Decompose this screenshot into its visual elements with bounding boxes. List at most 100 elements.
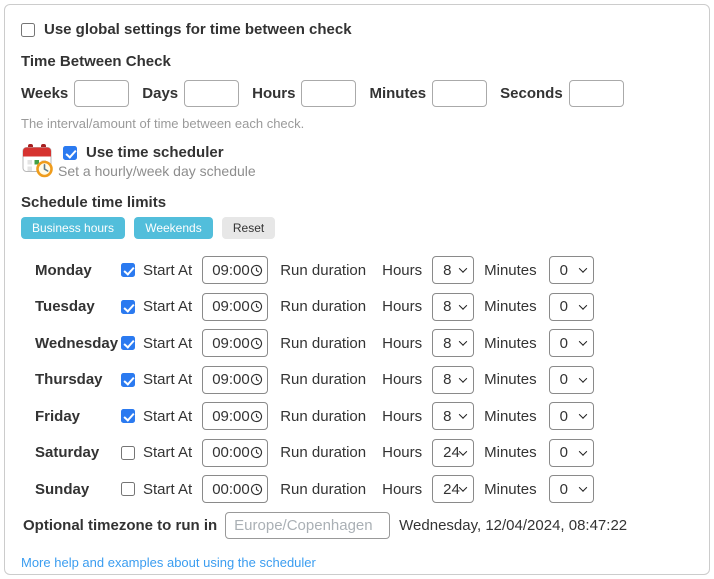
clock-icon <box>250 300 262 313</box>
business-hours-button[interactable]: Business hours <box>21 217 126 239</box>
clock-icon <box>250 373 262 386</box>
start-at-label: Start At <box>143 334 193 352</box>
run-hours-value: 24 <box>443 480 460 498</box>
minutes-label: Minutes <box>484 334 537 352</box>
weeks-input[interactable] <box>74 80 130 107</box>
run-minutes-select[interactable]: 0 <box>548 256 594 284</box>
start-time-input[interactable]: 09:00 <box>202 365 269 394</box>
start-time-input[interactable]: 00:00 <box>202 475 269 503</box>
hours-label: Hours <box>382 444 423 461</box>
scheduler-help-link[interactable]: More help and examples about using the s… <box>21 555 316 570</box>
seconds-input[interactable] <box>568 80 624 107</box>
chevron-down-icon <box>578 300 587 310</box>
run-minutes-select[interactable]: 0 <box>548 365 594 394</box>
start-time-input[interactable]: 09:00 <box>202 256 269 284</box>
run-hours-select[interactable]: 24 <box>432 438 475 467</box>
hours-label: Hours <box>382 407 423 425</box>
hours-label: Hours <box>382 371 423 388</box>
minutes-label: Minutes <box>484 261 537 279</box>
day-label: Friday <box>35 407 81 425</box>
run-hours-select[interactable]: 8 <box>432 365 475 394</box>
seconds-label: Seconds <box>500 85 563 102</box>
day-label: Wednesday <box>35 334 119 352</box>
day-enabled-checkbox[interactable] <box>121 372 135 387</box>
start-time-value: 09:00 <box>212 334 250 352</box>
use-time-scheduler-label: Use time scheduler <box>86 144 224 161</box>
interval-fields-row: Weeks Days Hours Minutes Seconds <box>21 80 693 107</box>
day-enabled-checkbox[interactable] <box>121 263 135 277</box>
scheduler-text: Use time scheduler Set a hourly/week day… <box>58 144 256 179</box>
run-minutes-value: 0 <box>559 444 568 461</box>
day-enabled-checkbox[interactable] <box>121 445 135 460</box>
run-hours-select[interactable]: 24 <box>432 475 475 503</box>
interval-field-hours: Hours <box>252 80 357 107</box>
day-enabled-checkbox[interactable] <box>121 482 135 496</box>
start-time-input[interactable]: 09:00 <box>202 402 269 430</box>
day-label: Monday <box>35 261 92 279</box>
run-hours-value: 8 <box>443 298 452 315</box>
schedule-row-tuesday: Tuesday Start At 09:00 Run duration Hour… <box>35 292 693 321</box>
start-at-label: Start At <box>143 371 193 388</box>
run-hours-select[interactable]: 8 <box>432 402 475 430</box>
chevron-down-icon <box>458 483 468 492</box>
start-time-input[interactable]: 09:00 <box>202 292 269 321</box>
run-minutes-select[interactable]: 0 <box>548 329 594 357</box>
run-hours-select[interactable]: 8 <box>432 329 475 357</box>
use-time-scheduler-checkbox[interactable] <box>63 145 77 160</box>
hours-label: Hours <box>382 480 423 498</box>
day-enabled-checkbox[interactable] <box>121 299 135 314</box>
run-minutes-value: 0 <box>559 480 568 498</box>
run-hours-select[interactable]: 8 <box>432 292 475 321</box>
global-settings-row: Use global settings for time between che… <box>21 21 693 38</box>
start-at-label: Start At <box>143 298 193 315</box>
clock-icon <box>250 410 262 422</box>
timezone-input[interactable] <box>225 511 391 539</box>
start-time-input[interactable]: 00:00 <box>202 438 269 467</box>
day-enabled-checkbox[interactable] <box>121 336 135 350</box>
minutes-label: Minutes <box>484 407 537 425</box>
chevron-down-icon <box>578 446 587 456</box>
start-at-label: Start At <box>143 261 193 279</box>
clock-icon <box>250 337 262 349</box>
run-minutes-select[interactable]: 0 <box>548 438 594 467</box>
minutes-label: Minutes <box>484 480 537 498</box>
day-label: Saturday <box>35 444 100 461</box>
minutes-input[interactable] <box>432 80 488 107</box>
reset-button[interactable]: Reset <box>221 217 276 239</box>
hours-input[interactable] <box>301 80 357 107</box>
start-time-value: 00:00 <box>212 444 250 461</box>
run-minutes-value: 0 <box>559 371 568 388</box>
run-minutes-select[interactable]: 0 <box>548 402 594 430</box>
timezone-row: Optional timezone to run in Wednesday, 1… <box>21 511 693 539</box>
minutes-label: Minutes <box>369 85 427 102</box>
day-enabled-checkbox[interactable] <box>121 409 135 423</box>
global-settings-checkbox[interactable] <box>21 22 35 37</box>
days-input[interactable] <box>184 80 240 107</box>
schedule-row-saturday: Saturday Start At 00:00 Run duration Hou… <box>35 438 693 467</box>
schedule-row-friday: Friday Start At 09:00 Run duration Hours… <box>35 402 693 430</box>
start-at-label: Start At <box>143 444 193 461</box>
scheduler-settings-panel: Use global settings for time between che… <box>4 4 710 575</box>
run-hours-select[interactable]: 8 <box>432 256 475 284</box>
run-minutes-select[interactable]: 0 <box>548 292 594 321</box>
schedule-time-limits-heading: Schedule time limits <box>21 194 167 211</box>
day-label: Thursday <box>35 371 103 388</box>
chevron-down-icon <box>458 337 468 346</box>
run-hours-value: 24 <box>443 444 460 461</box>
run-duration-label: Run duration <box>280 444 367 461</box>
calendar-clock-icon <box>22 144 53 178</box>
scheduler-subtitle: Set a hourly/week day schedule <box>58 163 256 179</box>
chevron-down-icon <box>458 264 468 273</box>
start-time-value: 09:00 <box>212 298 250 315</box>
run-minutes-select[interactable]: 0 <box>548 475 594 503</box>
weekends-button[interactable]: Weekends <box>134 217 213 239</box>
run-hours-value: 8 <box>443 371 452 388</box>
timezone-label: Optional timezone to run in <box>23 516 218 534</box>
start-at-label: Start At <box>143 407 193 425</box>
start-time-input[interactable]: 09:00 <box>202 329 269 357</box>
days-label: Days <box>142 85 179 102</box>
run-duration-label: Run duration <box>280 480 367 498</box>
weeks-label: Weeks <box>21 85 69 102</box>
chevron-down-icon <box>578 373 587 383</box>
schedule-row-thursday: Thursday Start At 09:00 Run duration Hou… <box>35 365 693 394</box>
